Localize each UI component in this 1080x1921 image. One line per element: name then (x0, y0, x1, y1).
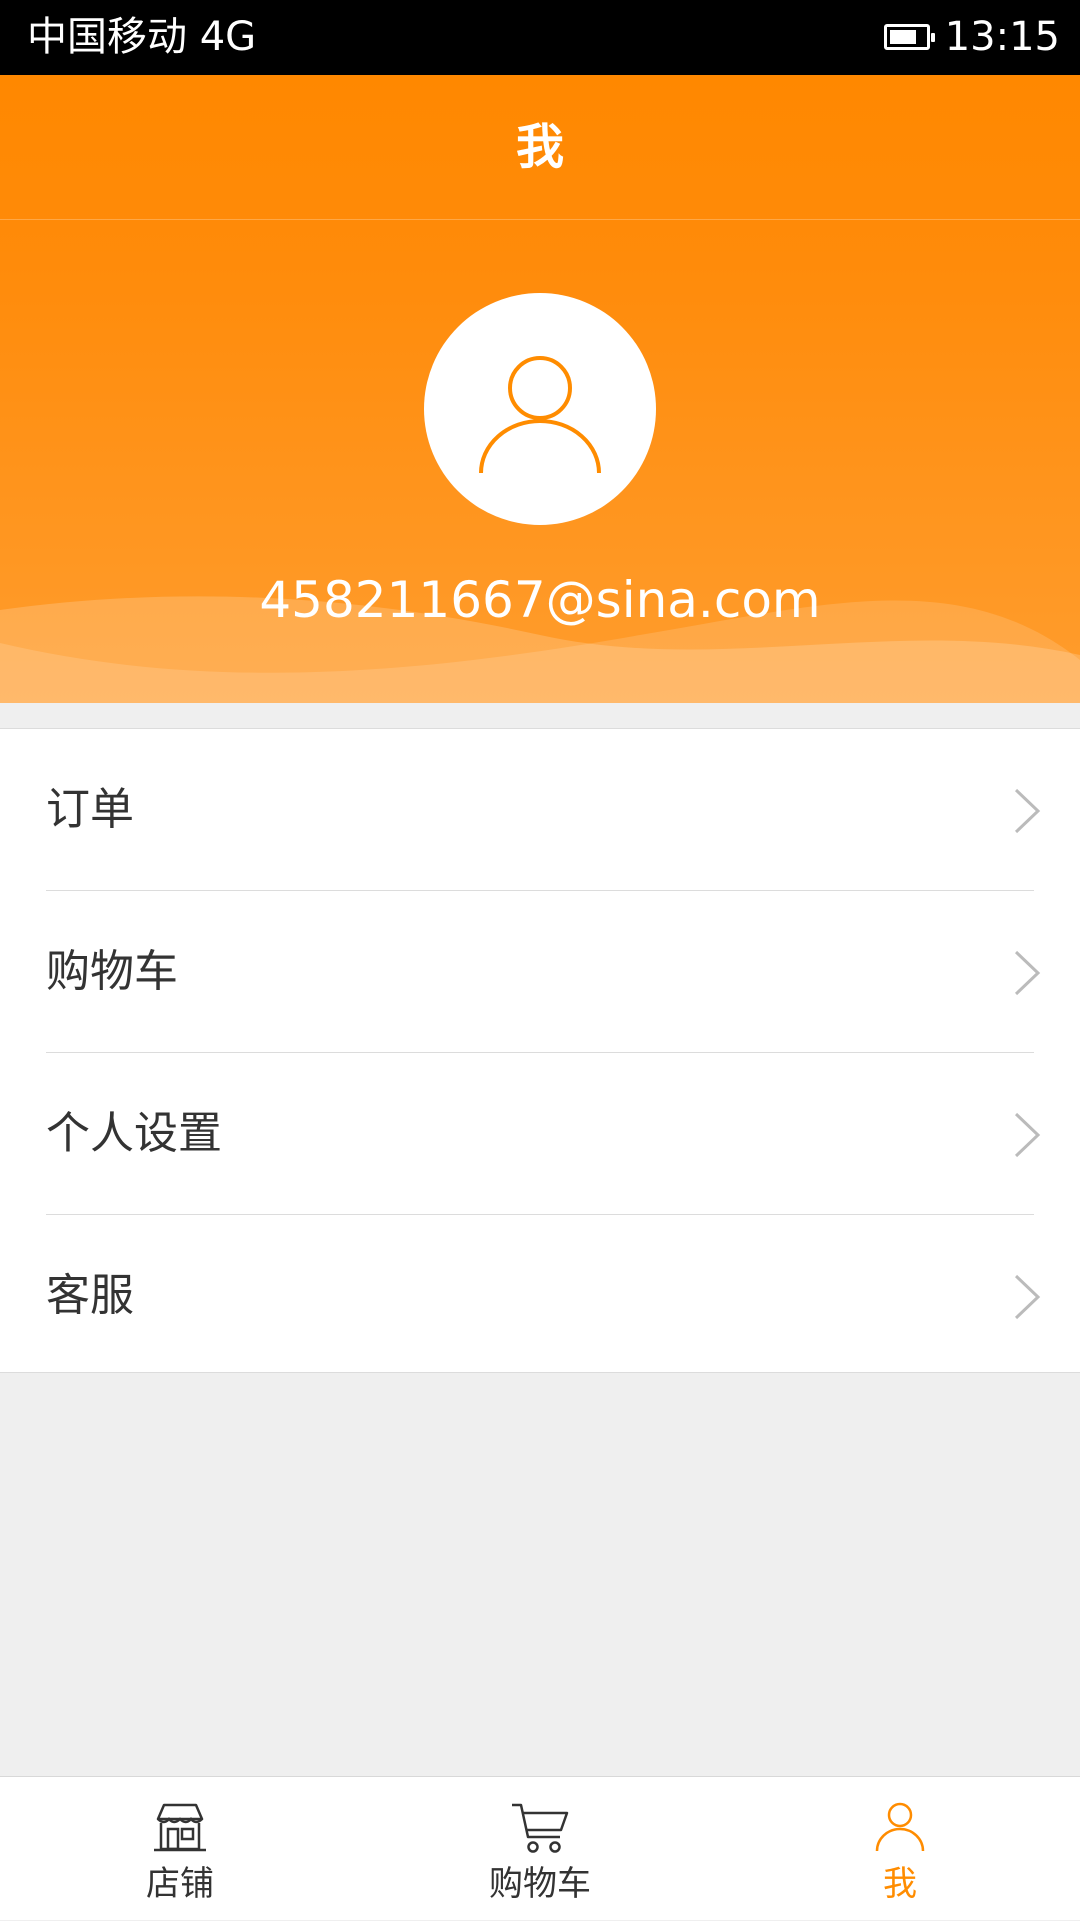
menu-item-label: 购物车 (46, 946, 178, 997)
tab-cart[interactable]: 购物车 (440, 1777, 640, 1921)
avatar[interactable] (424, 293, 656, 525)
tab-label: 购物车 (489, 1864, 591, 1904)
page-title: 我 (515, 119, 564, 175)
tab-label: 店铺 (146, 1864, 214, 1904)
menu-item-label: 客服 (46, 1270, 134, 1321)
menu-item-label: 订单 (46, 784, 134, 835)
menu-item-cart[interactable]: 购物车 (0, 891, 1080, 1052)
chevron-right-icon (1014, 950, 1041, 996)
menu-item-customer-service[interactable]: 客服 (0, 1215, 1080, 1376)
profile-header: 我 458211667@sina.com (0, 75, 1080, 703)
chevron-right-icon (1014, 788, 1041, 834)
battery-level (890, 30, 916, 44)
cart-icon (512, 1803, 569, 1853)
nav-bar: 我 (0, 75, 1080, 220)
user-email: 458211667@sina.com (259, 571, 821, 629)
tab-bar: 店铺 购物车 我 (0, 1776, 1080, 1920)
tab-me[interactable]: 我 (800, 1777, 1000, 1921)
menu-item-label: 个人设置 (46, 1108, 222, 1159)
menu-item-orders[interactable]: 订单 (0, 729, 1080, 890)
tab-store[interactable]: 店铺 (80, 1777, 280, 1921)
store-icon (154, 1803, 206, 1852)
status-bar: 中国移动 4G 13:15 (0, 0, 1080, 75)
user-icon (875, 1802, 925, 1852)
status-time: 13:15 (944, 14, 1060, 60)
chevron-right-icon (1014, 1112, 1041, 1158)
menu-item-settings[interactable]: 个人设置 (0, 1053, 1080, 1214)
menu-list: 订单 购物车 个人设置 客服 (0, 728, 1080, 1373)
tab-label: 我 (883, 1864, 917, 1904)
carrier-label: 中国移动 4G (27, 14, 257, 60)
user-icon (479, 356, 601, 474)
battery-icon (884, 24, 935, 50)
chevron-right-icon (1014, 1274, 1041, 1320)
